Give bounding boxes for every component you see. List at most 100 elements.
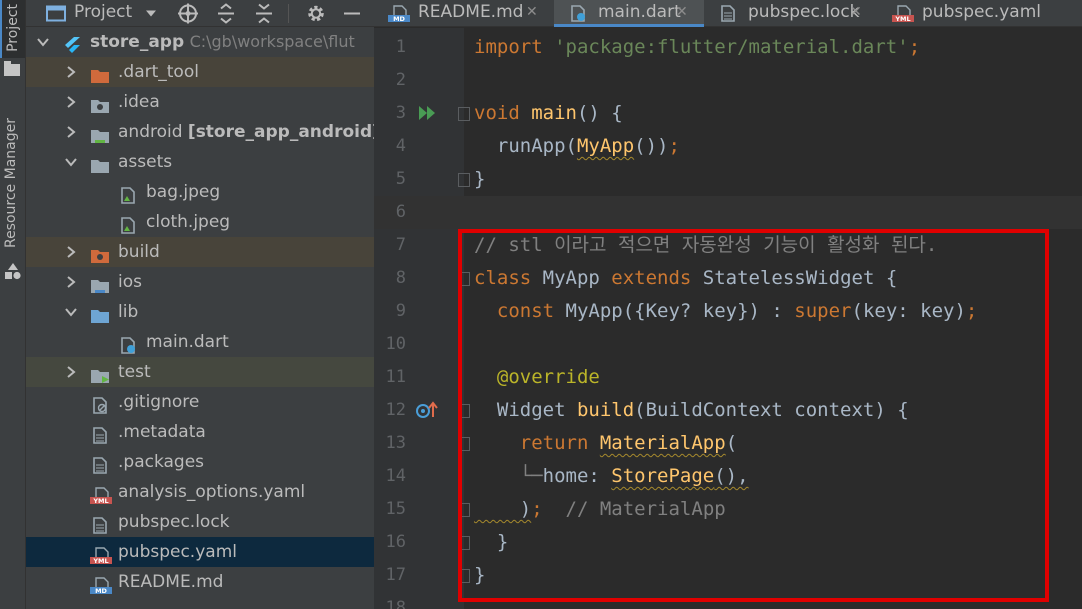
md-file-icon: MD [90, 574, 112, 595]
tree-item-label: README.md [118, 572, 224, 592]
svg-text:YML: YML [92, 497, 108, 504]
line-number: 14 [385, 466, 406, 486]
tree-item[interactable]: build [26, 237, 374, 267]
chevron-right-icon[interactable] [64, 57, 78, 87]
tree-item[interactable]: main.dart [26, 327, 374, 357]
editor-tab[interactable]: YML pubspec.yaml [878, 0, 1082, 27]
tree-item[interactable]: store_app C:\gb\workspace\flut [26, 27, 374, 57]
fold-marker-icon[interactable] [458, 107, 470, 121]
chevron-right-icon[interactable] [64, 117, 78, 147]
line-number: 6 [395, 202, 406, 222]
tree-item[interactable]: android [store_app_android] [26, 117, 374, 147]
project-tool-tab[interactable]: Project [0, 0, 25, 58]
project-view-selector[interactable]: Project [74, 0, 132, 25]
code-line: 10 [374, 328, 1082, 361]
chevron-down-icon[interactable] [144, 0, 158, 27]
tree-item[interactable]: .packages [26, 447, 374, 477]
code-line: 14 └─home: StorePage(), [374, 460, 1082, 493]
tree-item[interactable]: cloth.jpeg [26, 207, 374, 237]
tree-item[interactable]: assets [26, 147, 374, 177]
folder-icon [90, 94, 110, 113]
tree-item[interactable]: bag.jpeg [26, 177, 374, 207]
tree-item[interactable]: .gitignore [26, 387, 374, 417]
line-number: 8 [395, 268, 406, 288]
gear-icon[interactable] [305, 0, 327, 27]
chevron-down-icon[interactable] [36, 27, 50, 57]
code-text: class MyApp extends StatelessWidget { [474, 267, 898, 289]
tree-item[interactable]: .idea [26, 87, 374, 117]
minimize-icon[interactable] [342, 0, 362, 27]
close-icon[interactable]: ✕ [526, 0, 538, 25]
project-tree: store_app C:\gb\workspace\flut .dart_tool… [26, 27, 374, 597]
tree-item[interactable]: MD README.md [26, 567, 374, 597]
editor-tab-bar: MD README.md ✕ main.dart ✕ pubspec.lock ✕ YML pu… [374, 0, 1082, 27]
fold-marker-icon[interactable] [458, 536, 470, 550]
run-icon[interactable] [418, 105, 438, 125]
tree-item[interactable]: pubspec.lock [26, 507, 374, 537]
code-text: └─home: StorePage(), [474, 465, 749, 487]
flutter-module-file-icon [62, 34, 82, 53]
chevron-right-icon[interactable] [64, 267, 78, 297]
fold-marker-icon[interactable] [458, 503, 470, 517]
chevron-right-icon[interactable] [64, 87, 78, 117]
code-line: 12 Widget build(BuildContext context) { [374, 394, 1082, 427]
code-line: 8 class MyApp extends StatelessWidget { [374, 262, 1082, 295]
chevron-right-icon[interactable] [64, 357, 78, 387]
project-tool-label: Project [5, 4, 21, 52]
text-file-icon [718, 5, 740, 22]
fold-marker-icon[interactable] [458, 569, 470, 583]
code-text: ); // MaterialApp [474, 498, 726, 520]
code-line: 17} [374, 559, 1082, 592]
resource-manager-tab[interactable]: Resource Manager [3, 118, 19, 248]
code-text: return MaterialApp( [474, 432, 738, 454]
tree-item-label: .idea [118, 92, 160, 112]
chevron-right-icon[interactable] [64, 237, 78, 267]
yaml-file-icon: YML [90, 484, 112, 505]
line-number: 7 [395, 235, 406, 255]
chevron-down-icon[interactable] [64, 297, 78, 327]
tree-item-label: bag.jpeg [146, 182, 221, 202]
close-icon[interactable]: ✕ [850, 0, 862, 25]
line-number: 3 [395, 103, 406, 123]
tree-item[interactable]: .metadata [26, 417, 374, 447]
svg-text:MD: MD [95, 587, 107, 594]
line-number: 2 [395, 70, 406, 90]
folder-icon [90, 154, 110, 173]
fold-marker-icon[interactable] [458, 272, 470, 286]
line-number: 13 [385, 433, 406, 453]
code-line: 9 const MyApp({Key? key}) : super(key: k… [374, 295, 1082, 328]
editor-tab-label: pubspec.lock [748, 2, 860, 22]
folder-icon [90, 364, 110, 383]
expand-all-icon[interactable] [217, 0, 235, 27]
code-text: @override [474, 366, 600, 388]
editor-tab[interactable]: pubspec.lock ✕ [704, 0, 878, 27]
tree-item[interactable]: ios [26, 267, 374, 297]
tree-item[interactable]: YML pubspec.yaml [26, 537, 374, 567]
locate-file-icon[interactable] [177, 0, 199, 27]
editor-tab-label: pubspec.yaml [922, 2, 1041, 22]
code-text: } [474, 564, 486, 586]
override-method-icon[interactable] [416, 401, 438, 423]
tree-item-label: test [118, 362, 151, 382]
fold-marker-icon[interactable] [458, 437, 470, 451]
tree-item-label: assets [118, 152, 173, 172]
tree-item[interactable]: .dart_tool [26, 57, 374, 87]
tree-item[interactable]: test [26, 357, 374, 387]
tree-item-label: store_app C:\gb\workspace\flut [90, 32, 355, 52]
collapse-all-icon[interactable] [255, 0, 273, 27]
tree-item[interactable]: YML analysis_options.yaml [26, 477, 374, 507]
chevron-down-icon[interactable] [64, 147, 78, 177]
tree-item-label: android [store_app_android] [118, 117, 374, 147]
code-text: Widget build(BuildContext context) { [474, 399, 909, 421]
dart-icon [568, 5, 590, 22]
editor-tab[interactable]: main.dart ✕ [554, 0, 704, 27]
tree-item-label: analysis_options.yaml [118, 482, 306, 502]
editor-tab[interactable]: MD README.md ✕ [374, 0, 554, 27]
tree-item[interactable]: lib [26, 297, 374, 327]
text-file-icon [90, 424, 110, 444]
close-icon[interactable]: ✕ [676, 0, 688, 25]
code-line: 16 } [374, 526, 1082, 559]
fold-marker-icon[interactable] [458, 173, 470, 187]
fold-marker-icon[interactable] [458, 404, 470, 418]
code-editor[interactable]: 1 import 'package:flutter/material.dart';… [374, 28, 1082, 609]
